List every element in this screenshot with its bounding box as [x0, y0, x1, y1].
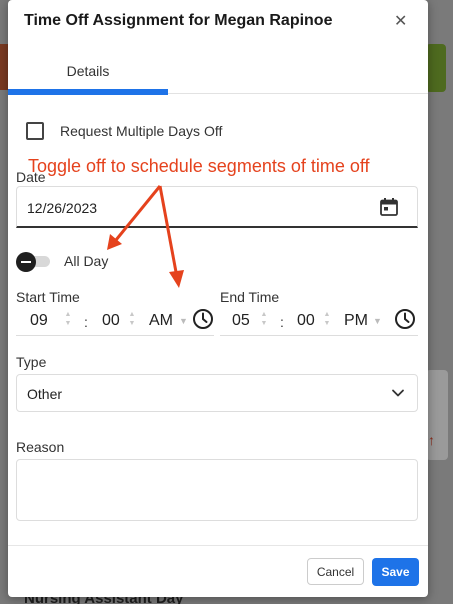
- multiple-days-row: Request Multiple Days Off: [26, 122, 222, 140]
- all-day-toggle[interactable]: [16, 252, 52, 272]
- end-time-picker: 05 ▲ ▼ : 00 ▲ ▼ PM ▼: [220, 304, 418, 336]
- date-value[interactable]: 12/26/2023: [27, 200, 97, 216]
- close-icon: ✕: [394, 13, 408, 30]
- chevron-down-icon[interactable]: [391, 386, 405, 400]
- start-time-colon: :: [84, 314, 88, 330]
- time-off-modal: Time Off Assignment for Megan Rapinoe ✕ …: [8, 0, 428, 597]
- modal-title: Time Off Assignment for Megan Rapinoe: [24, 12, 333, 29]
- start-hour-value[interactable]: 09: [30, 312, 48, 330]
- end-time-label: End Time: [220, 289, 280, 305]
- end-clock-icon[interactable]: [394, 308, 416, 330]
- all-day-label: All Day: [64, 253, 109, 269]
- end-period-value[interactable]: PM: [344, 312, 368, 330]
- modal-footer: Cancel Save: [8, 545, 428, 597]
- type-label: Type: [16, 354, 47, 370]
- multiple-days-label[interactable]: Request Multiple Days Off: [60, 123, 222, 139]
- background-up-arrow-icon: ↑: [428, 432, 435, 448]
- multiple-days-checkbox[interactable]: [26, 122, 44, 140]
- active-tab-indicator: [8, 89, 168, 95]
- modal-header: Time Off Assignment for Megan Rapinoe ✕: [8, 0, 428, 44]
- calendar-icon[interactable]: [379, 197, 399, 217]
- reason-textarea[interactable]: [16, 459, 418, 521]
- end-minute-spinner[interactable]: ▲ ▼: [323, 310, 331, 328]
- close-button[interactable]: ✕: [394, 11, 410, 30]
- end-time-colon: :: [280, 314, 284, 330]
- type-value[interactable]: Other: [27, 386, 62, 402]
- start-minute-spinner[interactable]: ▲ ▼: [128, 310, 136, 328]
- background-left-card: [0, 44, 8, 90]
- annotation-text: Toggle off to schedule segments of time …: [28, 156, 370, 176]
- reason-label: Reason: [16, 439, 65, 455]
- start-period-caret-icon[interactable]: ▼: [179, 316, 188, 326]
- end-hour-value[interactable]: 05: [232, 312, 250, 330]
- background-green-button: [426, 44, 446, 92]
- end-period-caret-icon[interactable]: ▼: [373, 316, 382, 326]
- date-field[interactable]: 12/26/2023: [16, 186, 418, 228]
- toggle-knob: [16, 252, 36, 272]
- tab-details-label: Details: [66, 63, 110, 79]
- tab-bar: Details: [8, 52, 428, 95]
- start-minute-value[interactable]: 00: [102, 312, 120, 330]
- all-day-row: All Day: [16, 252, 109, 272]
- cancel-button[interactable]: Cancel: [307, 558, 364, 585]
- save-button[interactable]: Save: [372, 558, 419, 586]
- start-period-value[interactable]: AM: [149, 312, 173, 330]
- start-time-label: Start Time: [16, 289, 80, 305]
- type-select[interactable]: Other: [16, 374, 418, 412]
- start-time-picker: 09 ▲ ▼ : 00 ▲ ▼ AM ▼: [16, 304, 214, 336]
- start-hour-spinner[interactable]: ▲ ▼: [64, 310, 72, 328]
- tab-details[interactable]: Details: [8, 52, 168, 95]
- start-clock-icon[interactable]: [192, 308, 214, 330]
- end-hour-spinner[interactable]: ▲ ▼: [260, 310, 268, 328]
- end-minute-value[interactable]: 00: [297, 312, 315, 330]
